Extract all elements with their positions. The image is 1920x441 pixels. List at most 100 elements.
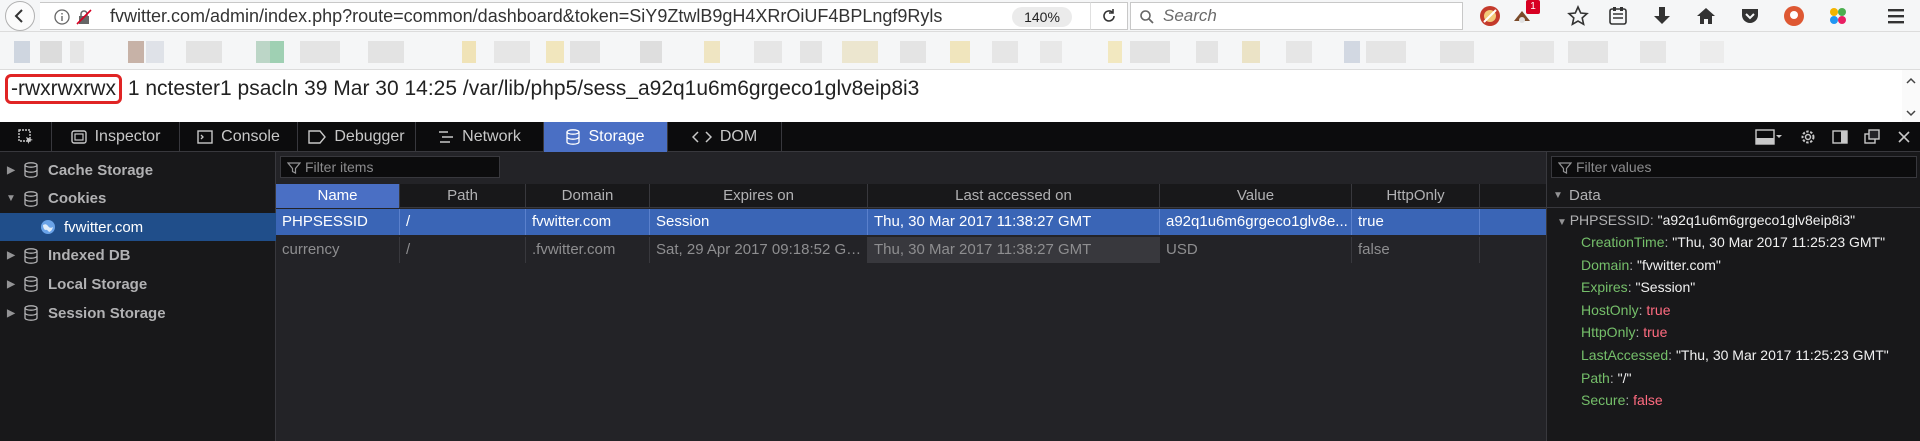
undock-window-icon[interactable] [1862, 128, 1882, 146]
bookmark-item[interactable] [546, 41, 564, 63]
search-bar[interactable] [1130, 2, 1463, 30]
column-header-expires-on[interactable]: Expires on [650, 184, 868, 208]
scroll-up-icon[interactable] [1902, 74, 1920, 88]
data-property-domain[interactable]: Domain: "fvwitter.com" [1581, 255, 1721, 275]
zoom-level-badge[interactable]: 140% [1012, 7, 1072, 27]
bookmark-item[interactable] [1040, 41, 1062, 63]
reload-button[interactable] [1090, 2, 1128, 30]
filter-values-input[interactable] [1576, 157, 1906, 177]
tab-inspector[interactable]: Inspector [52, 122, 180, 152]
expanded-arrow-icon[interactable]: ▼ [2, 193, 20, 204]
data-property-expires[interactable]: Expires: "Session" [1581, 277, 1695, 297]
bookmark-item[interactable] [128, 41, 144, 63]
bookmark-item[interactable] [1286, 41, 1312, 63]
expand-arrow-icon[interactable]: ▼ [1557, 217, 1570, 228]
tree-item-local-storage[interactable]: ▶ Local Storage [0, 270, 276, 298]
column-header-name[interactable]: Name [276, 184, 400, 208]
dock-side-icon[interactable] [1830, 128, 1850, 146]
tree-item-session-storage[interactable]: ▶ Session Storage [0, 299, 276, 327]
bookmark-item[interactable] [494, 41, 530, 63]
pocket-icon[interactable] [1738, 4, 1762, 28]
page-scrollbar[interactable] [1902, 70, 1920, 122]
collapsed-arrow-icon[interactable]: ▶ [2, 308, 20, 319]
table-cell-value[interactable]: USD [1160, 237, 1352, 263]
tab-network[interactable]: Network [416, 122, 544, 152]
bookmark-item[interactable] [1242, 41, 1260, 63]
data-section-header[interactable]: ▼ Data [1547, 184, 1920, 208]
bookmark-item[interactable] [1196, 41, 1218, 63]
data-root-entry[interactable]: ▼ PHPSESSID: "a92q1u6m6grgeco1glv8eip8i3… [1557, 210, 1855, 233]
collapsed-arrow-icon[interactable]: ▶ [2, 165, 20, 176]
ublock-icon[interactable] [1478, 4, 1502, 28]
filter-items-box[interactable] [280, 156, 500, 178]
bookmark-item[interactable] [368, 41, 404, 63]
bookmark-item[interactable] [950, 41, 970, 63]
bookmark-item[interactable] [1108, 41, 1122, 63]
bookmark-item[interactable] [800, 41, 822, 63]
table-cell-value[interactable]: a92q1u6m6grgeco1glv8e... [1160, 209, 1352, 235]
bookmark-item[interactable] [640, 41, 662, 63]
table-cell-httponly[interactable]: true [1352, 209, 1480, 235]
menu-icon[interactable] [1884, 4, 1908, 28]
table-row[interactable]: currency / .fvwitter.com Sat, 29 Apr 2017 0… [276, 237, 1546, 263]
element-picker-button[interactable] [0, 122, 52, 152]
table-cell-path[interactable]: / [400, 237, 526, 263]
data-property-httponly[interactable]: HttpOnly: true [1581, 322, 1667, 342]
table-row[interactable]: PHPSESSID / fvwitter.com Session Thu, 30 Mar… [276, 209, 1546, 235]
close-devtools-icon[interactable] [1894, 128, 1914, 146]
insecure-lock-icon[interactable] [76, 9, 92, 25]
bookmark-item[interactable] [270, 41, 284, 63]
table-cell-expires-on[interactable]: Sat, 29 Apr 2017 09:18:52 GMT [650, 237, 868, 263]
star-bookmark-icon[interactable] [1566, 4, 1590, 28]
tab-debugger[interactable]: Debugger [298, 122, 416, 152]
flower-extension-icon[interactable] [1826, 4, 1850, 28]
tree-item-fvwitter-com[interactable]: fvwitter.com [0, 213, 276, 242]
table-cell-last-accessed-on[interactable]: Thu, 30 Mar 2017 11:38:27 GMT [868, 237, 1160, 263]
bookmark-item[interactable] [842, 41, 878, 63]
bookmark-item[interactable] [186, 41, 222, 63]
scroll-down-icon[interactable] [1902, 106, 1920, 120]
tab-dom[interactable]: DOM [668, 122, 782, 152]
data-property-secure[interactable]: Secure: false [1581, 390, 1663, 410]
bookmark-item[interactable] [1366, 41, 1406, 63]
bookmark-item[interactable] [462, 41, 476, 63]
bookmark-item[interactable] [1520, 41, 1554, 63]
bookmark-item[interactable] [754, 41, 782, 63]
url-bar[interactable]: fvwitter.com/admin/index.php?route=commo… [40, 2, 1095, 30]
bookmark-item[interactable] [1640, 41, 1666, 63]
data-property-path[interactable]: Path: "/" [1581, 368, 1631, 388]
url-text[interactable]: fvwitter.com/admin/index.php?route=commo… [110, 6, 942, 27]
search-input[interactable] [1163, 3, 1453, 29]
bookmark-item[interactable] [1700, 41, 1724, 63]
bookmark-item[interactable] [1130, 41, 1170, 63]
bookmark-item[interactable] [14, 41, 30, 63]
bookmark-item[interactable] [1440, 41, 1474, 63]
tab-console[interactable]: Console [180, 122, 298, 152]
column-header-httponly[interactable]: HttpOnly [1352, 184, 1480, 208]
table-cell-name[interactable]: PHPSESSID [276, 209, 400, 235]
tree-item-cache-storage[interactable]: ▶ Cache Storage [0, 156, 276, 184]
duckduckgo-icon[interactable] [1782, 4, 1806, 28]
tab-storage[interactable]: Storage [544, 122, 668, 152]
collapsed-arrow-icon[interactable]: ▶ [2, 279, 20, 290]
data-property-creationtime[interactable]: CreationTime: "Thu, 30 Mar 2017 11:25:23… [1581, 232, 1885, 252]
info-icon[interactable] [54, 9, 70, 25]
bookmark-item[interactable] [1568, 41, 1608, 63]
extension-icon[interactable]: 1 [1510, 0, 1540, 28]
table-cell-name[interactable]: currency [276, 237, 400, 263]
filter-values-box[interactable] [1551, 156, 1917, 178]
table-cell-expires-on[interactable]: Session [650, 209, 868, 235]
reading-list-icon[interactable] [1606, 4, 1630, 28]
collapsed-arrow-icon[interactable]: ▶ [2, 250, 20, 261]
bookmark-item[interactable] [146, 41, 164, 63]
column-header-last-accessed-on[interactable]: Last accessed on [868, 184, 1160, 208]
bookmark-item[interactable] [704, 41, 720, 63]
tree-item-cookies[interactable]: ▼ Cookies [0, 185, 276, 213]
table-cell-last-accessed-on[interactable]: Thu, 30 Mar 2017 11:38:27 GMT [868, 209, 1160, 235]
filter-items-input[interactable] [305, 157, 495, 177]
column-header-value[interactable]: Value [1160, 184, 1352, 208]
data-property-lastaccessed[interactable]: LastAccessed: "Thu, 30 Mar 2017 11:25:23… [1581, 345, 1889, 365]
back-button[interactable] [5, 1, 35, 31]
bookmark-item[interactable] [1344, 41, 1360, 63]
settings-gear-icon[interactable] [1798, 128, 1818, 146]
